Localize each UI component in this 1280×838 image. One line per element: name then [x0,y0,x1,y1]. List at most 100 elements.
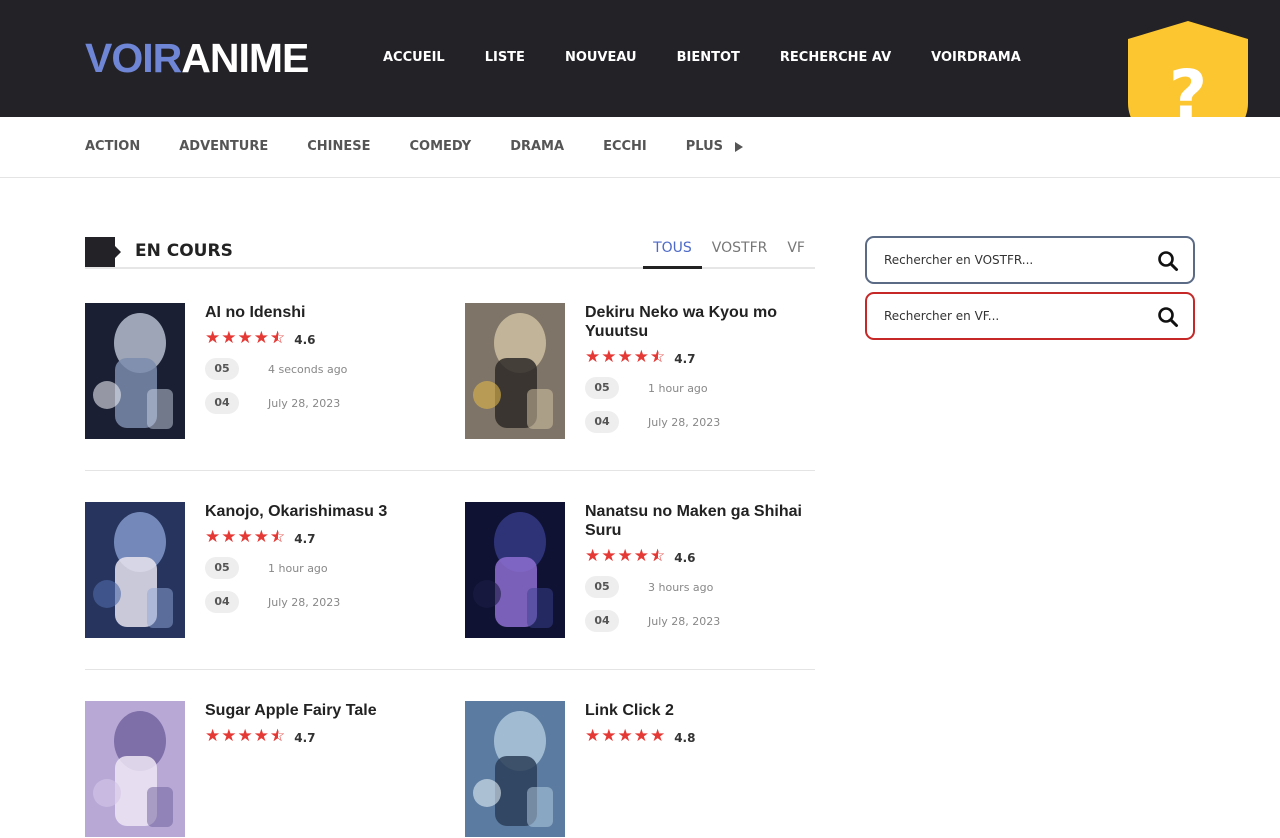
row-divider [85,669,815,670]
episode-row[interactable]: 04 July 28, 2023 [205,591,435,613]
search-vf-box [865,292,1195,340]
rating: ★★★★☆★ 4.6 [585,545,815,567]
episode-number-badge[interactable]: 04 [205,392,239,414]
episode-row[interactable]: 04 July 28, 2023 [585,411,815,433]
rating: ★★★★☆★ 4.7 [585,346,815,368]
anime-info: Nanatsu no Maken ga Shihai Suru ★★★★☆★ 4.6… [585,502,815,632]
top-header: VOIRANIME ACCUEIL LISTE NOUVEAU BIENTOT … [0,0,1280,117]
rating-value: 4.7 [294,532,316,546]
rating-value: 4.8 [674,731,696,745]
row-divider [85,470,815,471]
episode-row[interactable]: 04 July 28, 2023 [585,610,815,632]
genre-nav: ACTION ADVENTURE CHINESE COMEDY DRAMA EC… [85,139,782,155]
genre-drama[interactable]: DRAMA [510,139,564,155]
episode-time: 4 seconds ago [268,362,348,376]
anime-title[interactable]: Kanojo, Okarishimasu 3 [205,502,435,521]
anime-title[interactable]: Nanatsu no Maken ga Shihai Suru [585,502,815,540]
rating: ★★★★☆★ 4.6 [205,327,435,349]
rating-value: 4.7 [674,352,696,366]
genre-chinese[interactable]: CHINESE [307,139,370,155]
episode-number-badge[interactable]: 04 [585,411,619,433]
filter-tabs: TOUS VOSTFR VF [643,236,815,269]
section-header: EN COURS TOUS VOSTFR VF [85,236,815,269]
section-title: EN COURS [135,241,233,261]
anime-info: Dekiru Neko wa Kyou mo Yuuutsu ★★★★☆★ 4.7 0… [585,303,815,433]
anime-poster[interactable] [465,303,565,439]
anime-title[interactable]: Sugar Apple Fairy Tale [205,701,435,720]
episode-row[interactable]: 05 1 hour ago [205,557,435,579]
genre-comedy[interactable]: COMEDY [410,139,472,155]
site-logo[interactable]: VOIRANIME [85,35,309,81]
anime-info: Kanojo, Okarishimasu 3 ★★★★☆★ 4.7 05 1 hour … [205,502,435,613]
rating: ★★★★★ 4.8 [585,725,815,747]
anime-title[interactable]: Dekiru Neko wa Kyou mo Yuuutsu [585,303,815,341]
logo-part-1: VOIR [85,35,182,81]
anime-card[interactable]: Dekiru Neko wa Kyou mo Yuuutsu ★★★★☆★ 4.7 0… [465,303,815,440]
episode-number-badge[interactable]: 05 [205,358,239,380]
episode-number-badge[interactable]: 05 [205,557,239,579]
nav-recherche-av[interactable]: RECHERCHE AV [780,49,891,67]
nav-accueil[interactable]: ACCUEIL [383,49,445,67]
star-rating-icon: ★★★★★ [585,726,667,746]
anime-poster[interactable] [465,701,565,837]
genre-ecchi[interactable]: ECCHI [603,139,647,155]
episode-time: July 28, 2023 [648,614,721,628]
episode-time: 1 hour ago [268,561,328,575]
anime-title[interactable]: Link Click 2 [585,701,815,720]
anime-info: AI no Idenshi ★★★★☆★ 4.6 05 4 seconds ago 04 J… [205,303,435,414]
anime-card[interactable]: Kanojo, Okarishimasu 3 ★★★★☆★ 4.7 05 1 hour … [85,502,435,639]
anime-card[interactable]: AI no Idenshi ★★★★☆★ 4.6 05 4 seconds ago 04 J… [85,303,435,440]
episode-number-badge[interactable]: 04 [585,610,619,632]
anime-card[interactable]: Sugar Apple Fairy Tale ★★★★☆★ 4.7 [85,701,435,838]
episode-row[interactable]: 05 3 hours ago [585,576,815,598]
star-rating-icon: ★★★★☆★ [585,347,667,367]
search-vf-input[interactable] [884,306,1144,326]
search-icon[interactable] [1157,250,1179,272]
star-rating-icon: ★★★★☆★ [205,328,287,348]
anime-poster[interactable] [465,502,565,638]
search-vostfr-input[interactable] [884,250,1144,270]
episode-row[interactable]: 05 1 hour ago [585,377,815,399]
nav-nouveau[interactable]: NOUVEAU [565,49,637,67]
episode-number-badge[interactable]: 05 [585,377,619,399]
episode-number-badge[interactable]: 05 [585,576,619,598]
genre-more-label: PLUS [685,139,724,154]
episode-row[interactable]: 05 4 seconds ago [205,358,435,380]
anime-poster[interactable] [85,303,185,439]
anime-title[interactable]: AI no Idenshi [205,303,435,322]
anime-card[interactable]: Nanatsu no Maken ga Shihai Suru ★★★★☆★ 4.6… [465,502,815,639]
genre-more-button[interactable]: PLUS [685,139,744,155]
episode-time: July 28, 2023 [268,595,341,609]
rating-value: 4.6 [294,333,316,347]
star-rating-icon: ★★★★☆★ [585,546,667,566]
tab-vf[interactable]: VF [777,236,815,269]
genre-adventure[interactable]: ADVENTURE [179,139,268,155]
tab-tous[interactable]: TOUS [643,236,702,269]
rating: ★★★★☆★ 4.7 [205,526,435,548]
nav-bientot[interactable]: BIENTOT [677,49,740,67]
anime-poster[interactable] [85,701,185,837]
rating: ★★★★☆★ 4.7 [205,725,435,747]
rating-value: 4.6 [674,551,696,565]
search-icon[interactable] [1157,306,1179,328]
rating-value: 4.7 [294,731,316,745]
genre-bar: ACTION ADVENTURE CHINESE COMEDY DRAMA EC… [0,117,1280,178]
episode-time: July 28, 2023 [268,396,341,410]
play-arrow-icon [735,142,744,152]
episode-row[interactable]: 04 July 28, 2023 [205,392,435,414]
anime-info: Link Click 2 ★★★★★ 4.8 [585,701,815,747]
episode-time: July 28, 2023 [648,415,721,429]
tab-vostfr[interactable]: VOSTFR [702,236,778,269]
logo-part-2: ANIME [181,35,309,81]
anime-card[interactable]: Link Click 2 ★★★★★ 4.8 [465,701,815,838]
anime-info: Sugar Apple Fairy Tale ★★★★☆★ 4.7 [205,701,435,747]
anime-poster[interactable] [85,502,185,638]
nav-liste[interactable]: LISTE [485,49,525,67]
search-vostfr-box [865,236,1195,284]
genre-action[interactable]: ACTION [85,139,140,155]
star-rating-icon: ★★★★☆★ [205,527,287,547]
star-rating-icon: ★★★★☆★ [205,726,287,746]
nav-voirdrama[interactable]: VOIRDRAMA [931,49,1021,67]
main-nav: ACCUEIL LISTE NOUVEAU BIENTOT RECHERCHE … [383,49,1061,67]
episode-number-badge[interactable]: 04 [205,591,239,613]
